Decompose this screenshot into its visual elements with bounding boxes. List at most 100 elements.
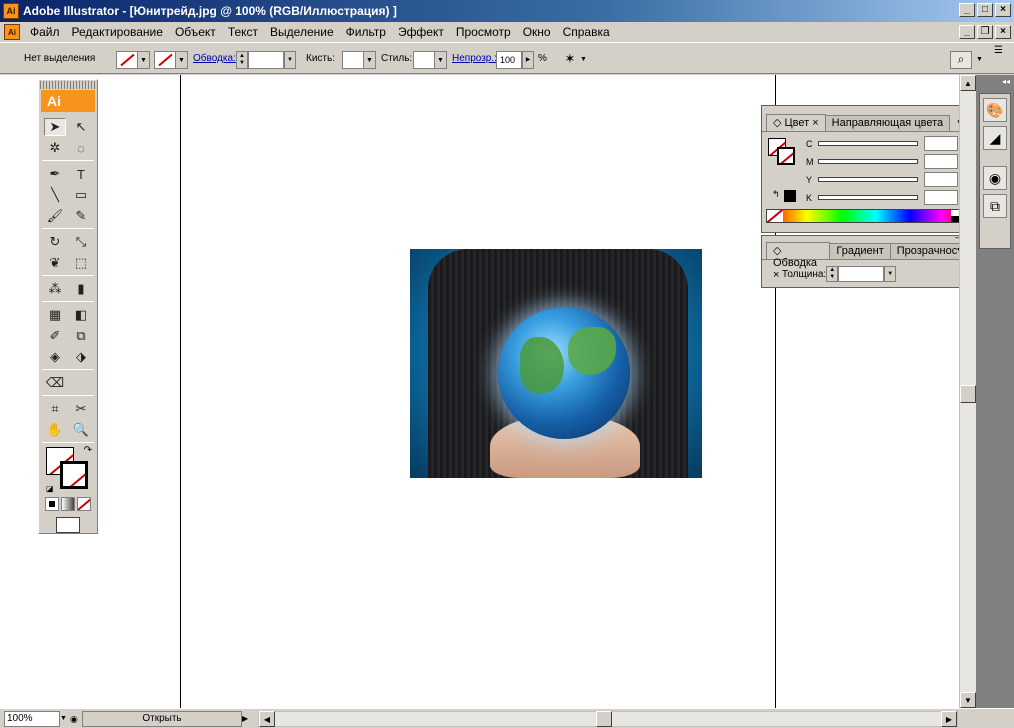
tab-color-guide[interactable]: Направляющая цвета <box>824 115 951 131</box>
menu-type[interactable]: Текст <box>222 22 264 42</box>
maximize-button[interactable]: □ <box>977 3 993 17</box>
scroll-up-button[interactable]: ▲ <box>960 75 976 91</box>
control-bar-menu-icon[interactable]: ☰ <box>994 45 1008 59</box>
magenta-input[interactable] <box>924 154 958 169</box>
hand-tool-icon[interactable]: ✋ <box>44 421 66 439</box>
column-graph-tool-icon[interactable]: ▮ <box>70 280 92 298</box>
black-slider[interactable] <box>818 195 918 200</box>
chevron-down-icon[interactable]: ▼ <box>60 711 70 727</box>
horizontal-scroll-thumb[interactable] <box>596 711 612 727</box>
layers-panel-icon[interactable]: ⧉ <box>983 194 1007 218</box>
menu-select[interactable]: Выделение <box>264 22 340 42</box>
scroll-down-button[interactable]: ▼ <box>960 692 976 708</box>
opacity-dropdown[interactable]: ▶ <box>522 51 534 69</box>
tab-color[interactable]: ◇ Цвет × <box>766 114 826 131</box>
lasso-tool-icon[interactable]: ◌ <box>70 139 92 157</box>
version-cue-icon[interactable]: ◉ <box>70 711 82 727</box>
doc-close-button[interactable]: × <box>995 25 1011 39</box>
pen-tool-icon[interactable]: ✒ <box>44 165 66 183</box>
gradient-panel-icon[interactable]: ◢ <box>983 126 1007 150</box>
symbol-sprayer-tool-icon[interactable]: ⁂ <box>44 280 66 298</box>
stroke-link[interactable]: Обводка: <box>193 51 236 67</box>
style-dropdown[interactable]: ▼ <box>413 51 447 69</box>
status-field[interactable]: Открыть <box>82 711 242 727</box>
color-fill-stroke-preview[interactable] <box>768 138 796 166</box>
live-paint-bucket-tool-icon[interactable]: ◈ <box>44 348 66 366</box>
mesh-tool-icon[interactable]: ▦ <box>44 306 66 324</box>
chevron-down-icon[interactable]: ▼ <box>580 51 588 69</box>
appearance-panel-icon[interactable]: ◉ <box>983 166 1007 190</box>
color-panel-icon[interactable]: 🎨 <box>983 98 1007 122</box>
magenta-slider[interactable] <box>818 159 918 164</box>
tab-gradient[interactable]: Градиент <box>829 243 891 259</box>
eraser-tool-icon[interactable]: ⌫ <box>44 374 66 392</box>
recolor-artwork-icon[interactable]: ✶ <box>560 51 580 69</box>
line-tool-icon[interactable]: ╲ <box>44 186 66 204</box>
none-color-icon[interactable] <box>767 210 783 222</box>
doc-restore-button[interactable]: ❐ <box>977 25 993 39</box>
gradient-tool-icon[interactable]: ◧ <box>70 306 92 324</box>
color-mode-icon[interactable] <box>45 497 59 511</box>
menu-view[interactable]: Просмотр <box>450 22 517 42</box>
toolbox-grip[interactable] <box>40 81 96 89</box>
tab-stroke[interactable]: ◇ Обводка × <box>766 242 831 281</box>
expand-dock-icon[interactable]: ◂◂ <box>980 77 1010 89</box>
rectangle-tool-icon[interactable]: ▭ <box>70 186 92 204</box>
fill-color-dropdown[interactable]: ▼ <box>116 51 150 69</box>
type-tool-icon[interactable]: T <box>70 165 92 183</box>
live-paint-selection-tool-icon[interactable]: ⬗ <box>70 348 92 366</box>
menu-edit[interactable]: Редактирование <box>66 22 169 42</box>
selection-tool-icon[interactable]: ➤ <box>44 118 66 136</box>
stroke-color-dropdown[interactable]: ▼ <box>154 51 188 69</box>
vertical-scroll-thumb[interactable] <box>960 385 976 403</box>
chevron-down-icon[interactable]: ▼ <box>976 51 986 69</box>
menu-file[interactable]: Файл <box>24 22 66 42</box>
crop-area-tool-icon[interactable]: ⌗ <box>44 400 66 418</box>
menu-help[interactable]: Справка <box>557 22 616 42</box>
out-of-gamut-icon[interactable]: ↰ <box>772 189 780 200</box>
stroke-weight-dropdown[interactable]: ▼ <box>284 51 296 69</box>
swap-fill-stroke-icon[interactable]: ↷ <box>84 445 92 456</box>
cyan-slider[interactable] <box>818 141 918 146</box>
zoom-tool-icon[interactable]: 🔍 <box>70 421 92 439</box>
menu-filter[interactable]: Фильтр <box>340 22 392 42</box>
scroll-left-button[interactable]: ◀ <box>259 711 275 727</box>
menu-effect[interactable]: Эффект <box>392 22 450 42</box>
color-spectrum-bar[interactable] <box>766 209 966 223</box>
gradient-mode-icon[interactable] <box>61 497 75 511</box>
direct-selection-tool-icon[interactable]: ↖ <box>70 118 92 136</box>
vertical-scrollbar[interactable]: ▲ ▼ <box>959 75 976 708</box>
horizontal-scrollbar[interactable]: ◀ ▶ <box>258 711 958 727</box>
document-icon[interactable]: Ai <box>4 24 20 40</box>
none-mode-icon[interactable] <box>77 497 91 511</box>
stroke-weight-panel-dropdown[interactable]: ▼ <box>884 266 897 282</box>
scroll-right-button[interactable]: ▶ <box>941 711 957 727</box>
warp-tool-icon[interactable]: ❦ <box>44 254 66 272</box>
rotate-tool-icon[interactable]: ↻ <box>44 233 66 251</box>
black-input[interactable] <box>924 190 958 205</box>
opacity-input[interactable]: 100 <box>496 51 522 69</box>
brush-dropdown[interactable]: ▼ <box>342 51 376 69</box>
magic-wand-tool-icon[interactable]: ✲ <box>44 139 66 157</box>
doc-minimize-button[interactable]: _ <box>959 25 975 39</box>
pencil-tool-icon[interactable]: ✎ <box>70 207 92 225</box>
scissors-tool-icon[interactable]: ✂ <box>70 400 92 418</box>
fill-stroke-control[interactable]: ↷ ◪ <box>44 445 92 493</box>
stroke-weight-panel-input[interactable] <box>838 266 885 282</box>
stroke-weight-spinner[interactable]: ▲ ▼ <box>236 51 248 69</box>
stroke-weight-panel-spinner[interactable]: ▲ ▼ <box>826 266 839 282</box>
cyan-input[interactable] <box>924 136 958 151</box>
yellow-slider[interactable] <box>818 177 918 182</box>
eyedropper-tool-icon[interactable]: ✐ <box>44 327 66 345</box>
menu-object[interactable]: Объект <box>169 22 222 42</box>
blend-tool-icon[interactable]: ⧉ <box>70 327 92 345</box>
bridge-icon[interactable]: ⌕ <box>950 51 972 69</box>
placed-image[interactable] <box>410 249 702 478</box>
free-transform-tool-icon[interactable]: ⬚ <box>70 254 92 272</box>
default-fill-stroke-icon[interactable]: ◪ <box>46 484 54 493</box>
close-button[interactable]: × <box>995 3 1011 17</box>
yellow-input[interactable] <box>924 172 958 187</box>
screen-mode-icon[interactable] <box>56 517 80 533</box>
stroke-weight-input[interactable] <box>248 51 284 69</box>
scale-tool-icon[interactable]: ⤡ <box>70 233 92 251</box>
